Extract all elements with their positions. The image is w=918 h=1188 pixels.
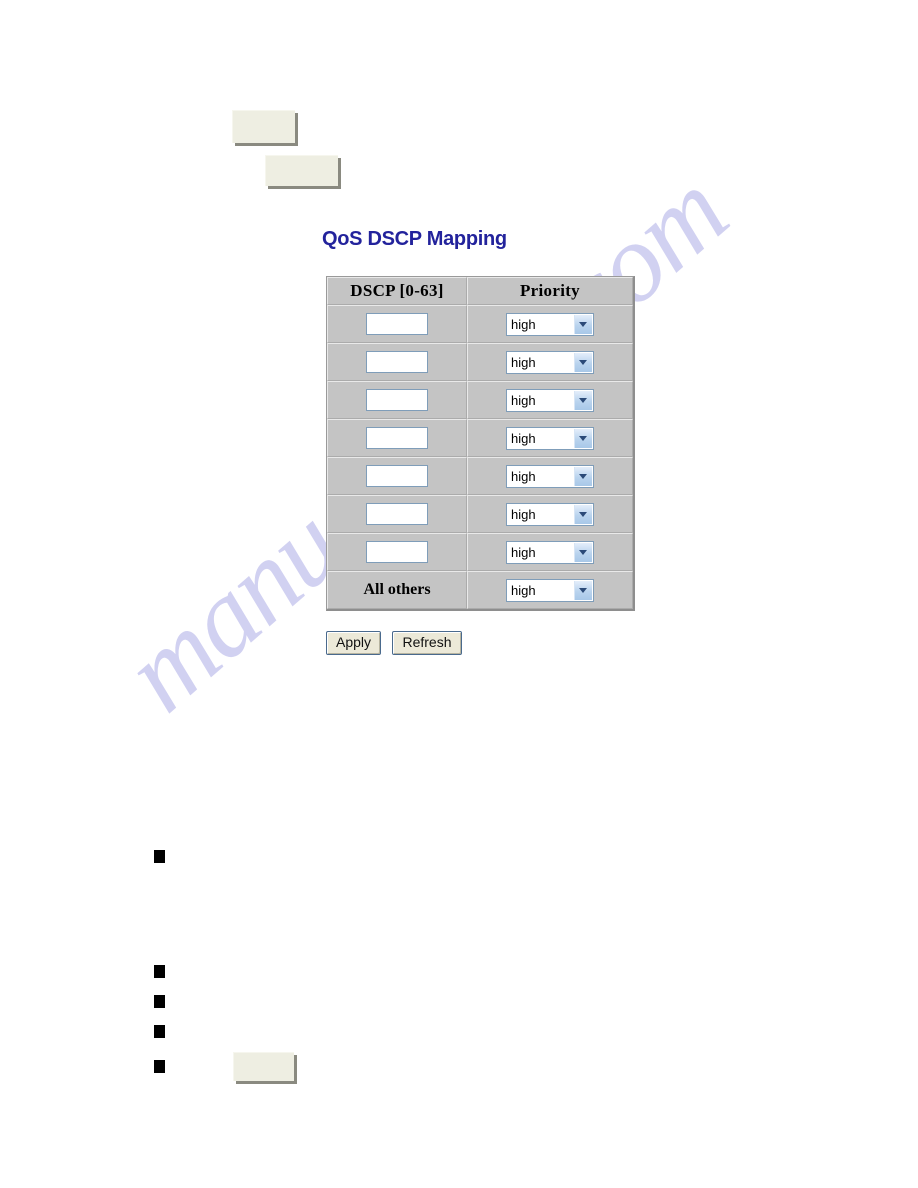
priority-select-value-5: high: [511, 468, 536, 484]
chevron-down-icon: [574, 542, 592, 562]
dscp-cell: [327, 419, 467, 457]
priority-select-all-others[interactable]: high: [506, 578, 594, 602]
priority-select-value-all-others: high: [511, 582, 536, 598]
bullet-marker-2: [154, 965, 165, 978]
dscp-input-1[interactable]: [366, 313, 428, 335]
dscp-cell: [327, 305, 467, 343]
priority-cell: high: [467, 381, 633, 419]
dscp-input-2[interactable]: [366, 351, 428, 373]
dscp-input-6[interactable]: [366, 503, 428, 525]
priority-cell: high: [467, 571, 633, 609]
table-row: high: [327, 305, 633, 343]
chevron-down-icon: [574, 580, 592, 600]
column-header-priority: Priority: [467, 277, 633, 305]
blank-label-box-top: [232, 110, 295, 143]
priority-select-7[interactable]: high: [506, 540, 594, 564]
dscp-input-7[interactable]: [366, 541, 428, 563]
priority-select-2[interactable]: high: [506, 350, 594, 374]
column-header-dscp: DSCP [0-63]: [327, 277, 467, 305]
bullet-marker-1: [154, 850, 165, 863]
chevron-down-icon: [574, 428, 592, 448]
all-others-cell: All others: [327, 571, 467, 609]
priority-cell: high: [467, 343, 633, 381]
table-row: high: [327, 419, 633, 457]
table-header-row: DSCP [0-63] Priority: [327, 277, 633, 305]
table-row: high: [327, 457, 633, 495]
priority-select-value-2: high: [511, 354, 536, 370]
priority-select-4[interactable]: high: [506, 426, 594, 450]
priority-select-value-1: high: [511, 316, 536, 332]
qos-dscp-mapping-table: DSCP [0-63] Priority high high high high…: [326, 276, 635, 611]
priority-cell: high: [467, 457, 633, 495]
table-row: high: [327, 343, 633, 381]
page-title: QoS DSCP Mapping: [322, 228, 507, 250]
bullet-marker-4: [154, 1025, 165, 1038]
dscp-cell: [327, 533, 467, 571]
priority-select-value-7: high: [511, 544, 536, 560]
table-row: high: [327, 533, 633, 571]
dscp-cell: [327, 457, 467, 495]
blank-label-box-bottom: [233, 1052, 294, 1081]
priority-select-1[interactable]: high: [506, 312, 594, 336]
priority-select-value-3: high: [511, 392, 536, 408]
blank-label-box-second: [265, 155, 338, 186]
priority-select-value-6: high: [511, 506, 536, 522]
dscp-cell: [327, 495, 467, 533]
table-row: high: [327, 495, 633, 533]
chevron-down-icon: [574, 504, 592, 524]
priority-select-6[interactable]: high: [506, 502, 594, 526]
priority-cell: high: [467, 533, 633, 571]
priority-select-value-4: high: [511, 430, 536, 446]
all-others-label: All others: [363, 581, 431, 598]
refresh-button[interactable]: Refresh: [392, 631, 462, 655]
dscp-input-4[interactable]: [366, 427, 428, 449]
chevron-down-icon: [574, 352, 592, 372]
dscp-cell: [327, 381, 467, 419]
chevron-down-icon: [574, 390, 592, 410]
dscp-input-5[interactable]: [366, 465, 428, 487]
apply-button[interactable]: Apply: [326, 631, 382, 655]
chevron-down-icon: [574, 466, 592, 486]
priority-select-3[interactable]: high: [506, 388, 594, 412]
priority-cell: high: [467, 495, 633, 533]
priority-select-5[interactable]: high: [506, 464, 594, 488]
bullet-marker-5: [154, 1060, 165, 1073]
table-row: high: [327, 381, 633, 419]
chevron-down-icon: [574, 314, 592, 334]
action-button-row: Apply Refresh: [326, 631, 469, 655]
bullet-marker-3: [154, 995, 165, 1008]
dscp-input-3[interactable]: [366, 389, 428, 411]
priority-cell: high: [467, 305, 633, 343]
dscp-cell: [327, 343, 467, 381]
table-row-all-others: All others high: [327, 571, 633, 609]
priority-cell: high: [467, 419, 633, 457]
